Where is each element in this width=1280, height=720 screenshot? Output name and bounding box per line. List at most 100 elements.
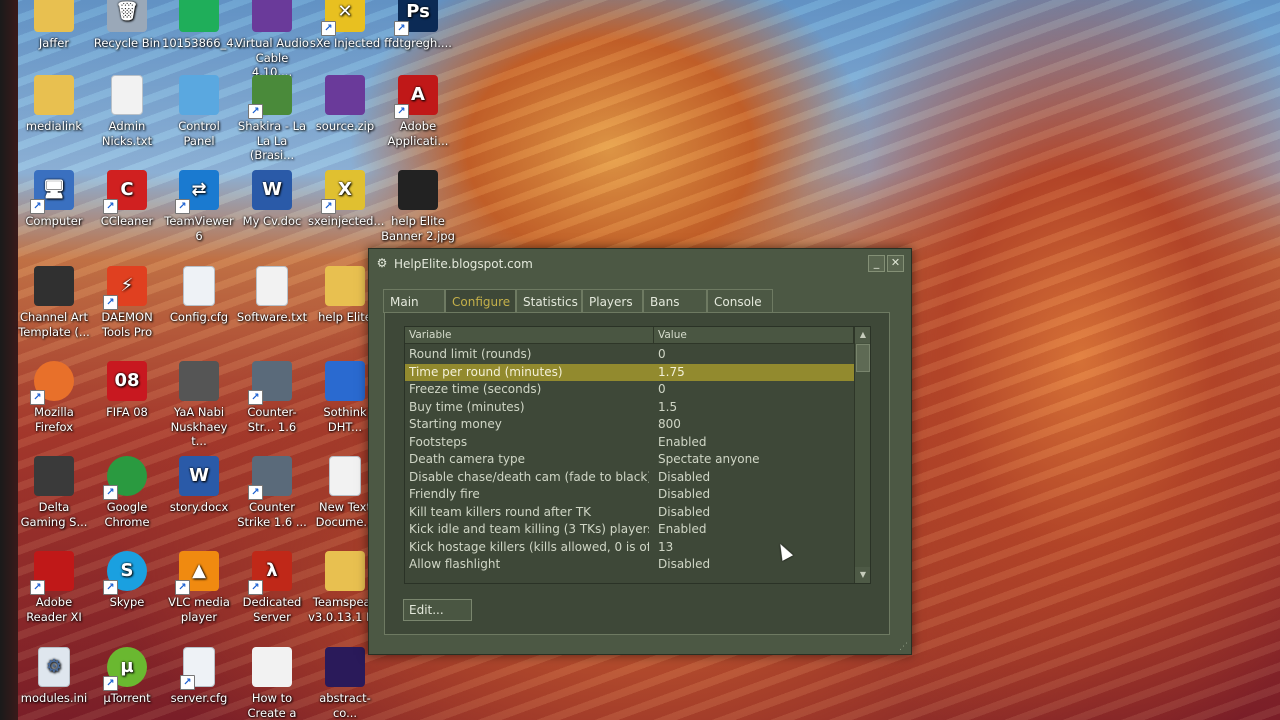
desktop-icon[interactable]: ▲VLC media player <box>162 551 236 624</box>
desktop-icon[interactable]: Mozilla Firefox <box>17 361 91 434</box>
row-variable: Kick idle and team killing (3 TKs) playe… <box>409 522 649 536</box>
desktop-icon[interactable]: λDedicated Server <box>235 551 309 624</box>
list-row[interactable]: Kill team killers round after TK Disabled <box>405 504 854 522</box>
desktop-icon-label: Channel Art Template (... <box>18 310 90 339</box>
tab-configure[interactable]: Configure <box>445 289 516 314</box>
desktop-icon[interactable]: Counter-Str... 1.6 <box>235 361 309 434</box>
desktop-icon[interactable]: Shakira - La La La (Brasi... <box>235 75 309 163</box>
tab-main[interactable]: Main <box>383 289 445 313</box>
folder-icon <box>325 266 365 306</box>
desktop-icon-label: My Cv.doc <box>242 214 302 228</box>
steam-icon: ⚙ <box>376 256 388 270</box>
row-value: Disabled <box>658 557 711 571</box>
desktop-icon-label: source.zip <box>315 119 375 133</box>
close-button[interactable]: ✕ <box>887 255 904 272</box>
title-bar[interactable]: ⚙ HelpElite.blogspot.com _ ✕ <box>369 249 911 279</box>
desktop-icon-label: sXe Injected <box>309 36 381 50</box>
column-header-variable[interactable]: Variable <box>405 327 654 344</box>
desktop-icon[interactable]: abstract-co... <box>308 647 382 720</box>
desktop-icon[interactable]: ⇄TeamViewer 6 <box>162 170 236 243</box>
desktop-icon[interactable]: Wstory.docx <box>162 456 236 515</box>
screen-edge <box>0 0 18 720</box>
desktop-icon[interactable]: CCCleaner <box>90 170 164 229</box>
desktop-icon[interactable]: Adobe Reader XI <box>17 551 91 624</box>
desktop-icon[interactable]: 🖥Computer <box>17 170 91 229</box>
desktop-icon-label: 10153866_4... <box>162 36 245 50</box>
list-row[interactable]: Buy time (minutes) 1.5 <box>405 399 854 417</box>
list-row[interactable]: Death camera type Spectate anyone <box>405 451 854 469</box>
window-title: HelpElite.blogspot.com <box>394 257 533 271</box>
tab-console[interactable]: Console <box>707 289 773 313</box>
desktop-icon[interactable]: W My Cv.doc <box>235 170 309 229</box>
list-row[interactable]: Starting money 800 <box>405 416 854 434</box>
desktop-icon[interactable]: Delta Gaming S... <box>17 456 91 529</box>
desktop-icon[interactable]: Jaffer <box>17 0 91 51</box>
desktop-icon[interactable]: source.zip <box>308 75 382 134</box>
scroll-up-icon[interactable]: ▲ <box>855 327 870 343</box>
vertical-scrollbar[interactable]: ▲ ▼ <box>854 327 870 583</box>
desktop-icon-label: µTorrent <box>103 691 151 705</box>
recycle-bin-icon: 🗑 <box>107 0 147 32</box>
list-row[interactable]: Kick idle and team killing (3 TKs) playe… <box>405 521 854 539</box>
desktop-icon[interactable]: ✕sXe Injected <box>308 0 382 51</box>
desktop-icon[interactable]: help Elite Banner 2.jpg <box>381 170 455 243</box>
desktop-icon[interactable]: How to Create a Dr... <box>235 647 309 720</box>
list-row[interactable]: Footsteps Enabled <box>405 434 854 452</box>
list-row[interactable]: Round limit (rounds) 0 <box>405 346 854 364</box>
desktop-icon[interactable]: Psffdtgregh.... <box>381 0 455 51</box>
desktop-icon[interactable]: server.cfg <box>162 647 236 706</box>
folder-icon <box>34 75 74 115</box>
desktop-icon-label: VLC media player <box>168 595 230 624</box>
list-row[interactable]: Freeze time (seconds) 0 <box>405 381 854 399</box>
desktop-icon-label: YaA Nabi Nuskhaey t... <box>170 405 228 448</box>
desktop-icon[interactable]: 🗑 Recycle Bin <box>90 0 164 51</box>
desktop-icon[interactable]: 08 FIFA 08 <box>90 361 164 420</box>
edit-button[interactable]: Edit... <box>403 599 472 621</box>
desktop-icon[interactable]: 10153866_4... <box>162 0 245 51</box>
scroll-thumb[interactable] <box>856 344 870 372</box>
row-value: Enabled <box>658 434 707 449</box>
list-row[interactable]: Disable chase/death cam (fade to black) D… <box>405 469 854 487</box>
desktop-icon[interactable]: Admin Nicks.txt <box>90 75 164 148</box>
image-file-icon <box>179 0 219 32</box>
column-header-value[interactable]: Value <box>654 327 854 344</box>
ccleaner-icon: C <box>103 170 147 214</box>
teamviewer-icon: ⇄ <box>175 170 219 214</box>
resize-grip-icon[interactable]: ⋰ <box>899 642 909 652</box>
desktop-icon-label: sxeinjected... <box>308 214 385 228</box>
desktop-icon[interactable]: medialink <box>17 75 91 134</box>
desktop-icon[interactable]: ⚡DAEMON Tools Pro <box>90 266 164 339</box>
desktop-icon[interactable]: Software.txt <box>235 266 309 325</box>
variable-list[interactable]: Variable Value Round limit (rounds) 0 Time… <box>404 326 871 584</box>
desktop-icon[interactable]: ⚙ modules.ini <box>17 647 91 706</box>
desktop-icon[interactable]: SSkype <box>90 551 164 610</box>
row-variable: Disable chase/death cam (fade to black) <box>409 469 649 484</box>
list-row[interactable]: Friendly fire Disabled <box>405 486 854 504</box>
desktop-icon[interactable]: Config.cfg <box>162 266 236 325</box>
image-file-icon <box>398 170 438 210</box>
desktop-icon[interactable]: Counter Strike 1.6 ... <box>235 456 309 529</box>
desktop-icon[interactable]: Channel Art Template (... <box>17 266 91 339</box>
desktop-icon-label: Recycle Bin <box>93 36 161 50</box>
desktop-icon[interactable]: Xsxeinjected... <box>308 170 385 229</box>
row-variable: Allow flashlight <box>409 557 501 571</box>
desktop-icon[interactable]: Virtual Audio Cable 4.10.... <box>235 0 309 80</box>
desktop-icon[interactable]: µµTorrent <box>90 647 164 706</box>
cfg-file-icon <box>183 266 215 306</box>
row-value: 800 <box>658 417 681 431</box>
archive-icon <box>252 0 292 32</box>
desktop-icon[interactable]: AAdobe Applicati... <box>381 75 455 148</box>
desktop-icon-label: CCleaner <box>100 214 154 228</box>
desktop-icon-label: medialink <box>25 119 83 133</box>
tab-bans[interactable]: Bans <box>643 289 707 313</box>
word-doc-icon: W <box>252 170 292 210</box>
list-row[interactable]: Time per round (minutes) 1.75 <box>405 363 854 381</box>
desktop-icon[interactable]: Google Chrome <box>90 456 164 529</box>
tab-statistics[interactable]: Statistics <box>516 289 582 313</box>
desktop-icon[interactable]: Control Panel <box>162 75 236 148</box>
desktop-icon-label: Google Chrome <box>104 500 150 529</box>
tab-players[interactable]: Players <box>582 289 643 313</box>
scroll-down-icon[interactable]: ▼ <box>855 567 870 583</box>
minimize-button[interactable]: _ <box>868 255 885 272</box>
desktop-icon[interactable]: YaA Nabi Nuskhaey t... <box>162 361 236 449</box>
